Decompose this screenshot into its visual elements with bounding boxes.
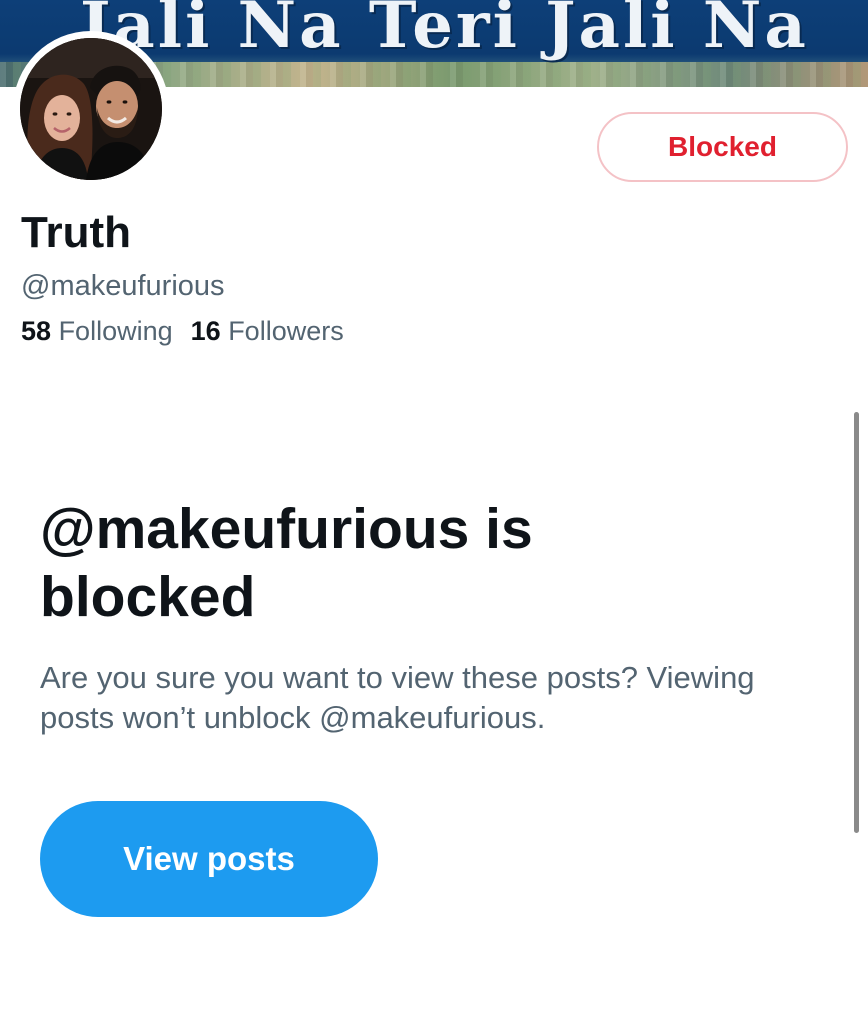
followers-count: 16 xyxy=(190,316,221,346)
following-count: 58 xyxy=(21,316,52,346)
profile-handle: @makeufurious xyxy=(21,270,225,302)
followers-label: Followers xyxy=(228,316,344,346)
profile-page: Jali Na Teri Jali Na Blocked Truth @make… xyxy=(0,0,868,1024)
blocked-notice-title: @makeufurious is blocked xyxy=(40,497,533,629)
blocked-notice-description: Are you sure you want to view these post… xyxy=(40,660,755,735)
following-link[interactable]: 58 Following xyxy=(21,316,173,347)
blocked-button[interactable]: Blocked xyxy=(597,112,848,182)
avatar-image xyxy=(20,38,162,180)
follow-stats: 58 Following 16 Followers xyxy=(21,316,344,347)
display-name: Truth xyxy=(21,208,131,257)
following-label: Following xyxy=(58,316,173,346)
followers-link[interactable]: 16 Followers xyxy=(191,316,344,347)
view-posts-button[interactable]: View posts xyxy=(40,801,378,917)
avatar[interactable] xyxy=(13,31,169,187)
avatar-photo xyxy=(20,38,162,180)
banner-text: Jali Na Teri Jali Na xyxy=(80,0,809,63)
scrollbar[interactable] xyxy=(854,412,859,833)
